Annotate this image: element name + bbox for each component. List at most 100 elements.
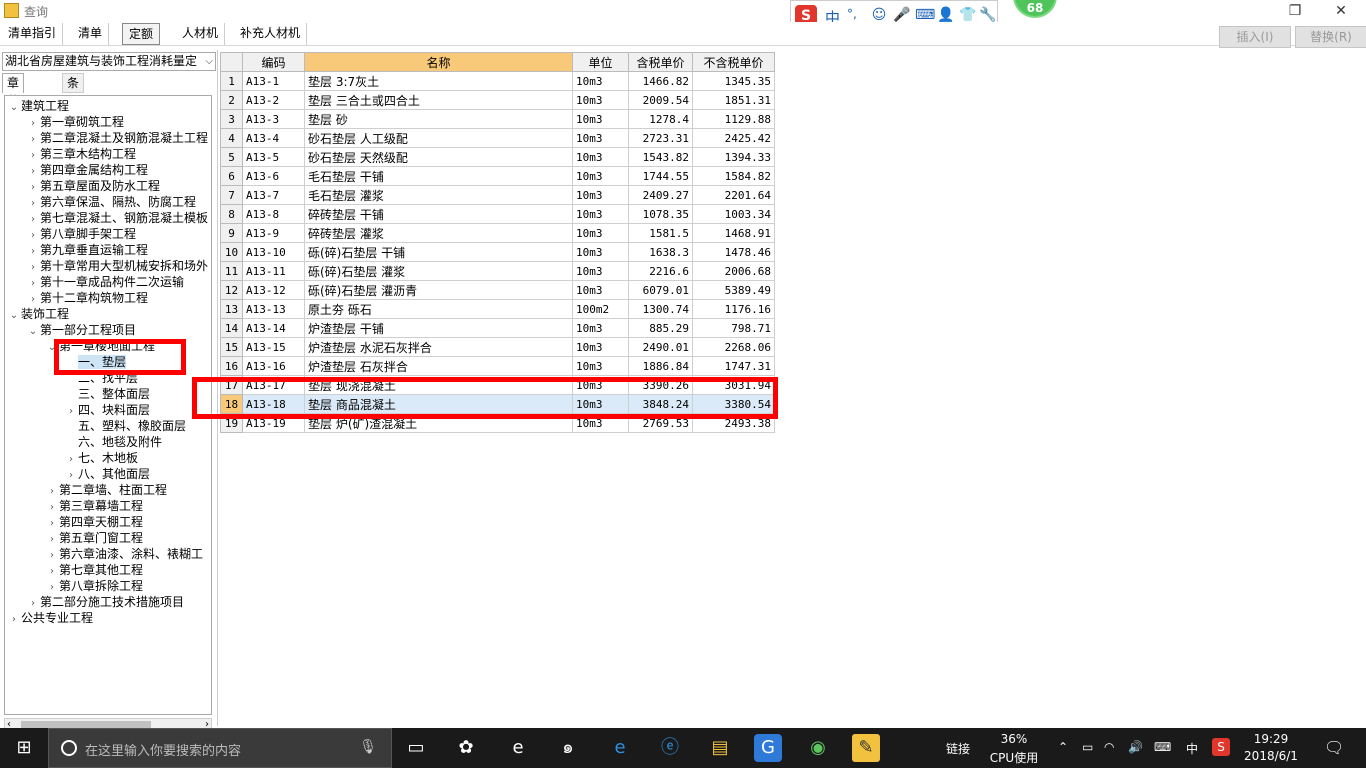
tree-node[interactable]: › 第五章门窗工程 [45, 530, 143, 546]
replace-button[interactable]: 替换(R) [1295, 26, 1366, 48]
table-row[interactable]: 9 A13-9 碎砖垫层 灌浆 10m3 1581.5 1468.91 [220, 223, 775, 243]
cell-code[interactable]: A13-6 [242, 166, 305, 186]
quota-app-icon[interactable]: ✎ [852, 734, 880, 762]
cell-name[interactable]: 砾(碎)石垫层 灌沥青 [304, 280, 573, 300]
restore-button[interactable]: ❐ [1272, 0, 1318, 22]
cell-unit[interactable]: 10m3 [572, 261, 629, 281]
tree-node[interactable]: › 第九章垂直运输工程 [26, 242, 148, 258]
cell-price-notax[interactable]: 1851.31 [692, 90, 775, 110]
cell-unit[interactable]: 100m2 [572, 299, 629, 319]
table-row[interactable]: 2 A13-2 垫层 三合土或四合土 10m3 2009.54 1851.31 [220, 90, 775, 110]
cell-code[interactable]: A13-7 [242, 185, 305, 205]
tab-condition-query[interactable]: 条件查询 [62, 73, 85, 144]
ie-icon[interactable]: ⓔ [656, 734, 684, 762]
table-row[interactable]: 11 A13-11 砾(碎)石垫层 灌浆 10m3 2216.6 2006.68 [220, 261, 775, 281]
cell-code[interactable]: A13-2 [242, 90, 305, 110]
tree-node[interactable]: › 第六章油漆、涂料、裱糊工 [45, 546, 203, 562]
table-row[interactable]: 4 A13-4 砂石垫层 人工级配 10m3 2723.31 2425.42 [220, 128, 775, 148]
tab-extra-materials[interactable]: 补充人材机 [234, 23, 308, 45]
tree-node[interactable]: ⌄ 第一部分工程项目 [26, 322, 136, 338]
cell-price-notax[interactable]: 3031.94 [692, 375, 775, 395]
close-button[interactable]: ✕ [1318, 0, 1364, 22]
link-label[interactable]: 链接 [946, 740, 970, 757]
cell-name[interactable]: 毛石垫层 灌浆 [304, 185, 573, 205]
cell-unit[interactable]: 10m3 [572, 90, 629, 110]
input-language[interactable]: 中 [1186, 740, 1198, 757]
tab-chapter-query[interactable]: 章节查询 [2, 73, 25, 144]
cell-code[interactable]: A13-14 [242, 318, 305, 338]
tree-node[interactable]: › 第二章混凝土及钢筋混凝土工程 [26, 130, 208, 146]
tree-node[interactable]: › 第四章天棚工程 [45, 514, 143, 530]
cell-name[interactable]: 毛石垫层 干铺 [304, 166, 573, 186]
quota-library-select[interactable]: 湖北省房屋建筑与装饰工程消耗量定 ⌵ [2, 52, 216, 71]
cell-code[interactable]: A13-8 [242, 204, 305, 224]
cell-price-notax[interactable]: 5389.49 [692, 280, 775, 300]
notification-icon[interactable]: 🗨 [1324, 738, 1344, 757]
microphone-icon[interactable]: 🎤 [893, 7, 910, 23]
cell-unit[interactable]: 10m3 [572, 185, 629, 205]
edge-browser-icon[interactable]: e [606, 734, 634, 762]
table-row[interactable]: 1 A13-1 垫层 3:7灰土 10m3 1466.82 1345.35 [220, 71, 775, 91]
cell-price-notax[interactable]: 1394.33 [692, 147, 775, 167]
tree-node[interactable]: › 第七章混凝土、钢筋混凝土模板 [26, 210, 208, 226]
tree-node[interactable]: › 第十章常用大型机械安拆和场外 [26, 258, 208, 274]
cell-name[interactable]: 炉渣垫层 干铺 [304, 318, 573, 338]
taskbar-search[interactable]: 在这里输入你要搜索的内容 🎙 [48, 728, 392, 768]
cell-code[interactable]: A13-11 [242, 261, 305, 281]
clock-time[interactable]: 19:29 [1246, 732, 1296, 746]
table-row[interactable]: 10 A13-10 砾(碎)石垫层 干铺 10m3 1638.3 1478.46 [220, 242, 775, 262]
expand-down-icon[interactable]: ⌄ [7, 100, 21, 116]
table-row[interactable]: 6 A13-6 毛石垫层 干铺 10m3 1744.55 1584.82 [220, 166, 775, 186]
tree-node[interactable]: ⌄ 建筑工程 [7, 98, 69, 114]
user-icon[interactable]: 👤 [937, 7, 954, 23]
cell-unit[interactable]: 10m3 [572, 356, 629, 376]
cell-unit[interactable]: 10m3 [572, 280, 629, 300]
cell-name[interactable]: 砂石垫层 人工级配 [304, 128, 573, 148]
cell-unit[interactable]: 10m3 [572, 375, 629, 395]
table-row[interactable]: 19 A13-19 垫层 炉(矿)渣混凝土 10m3 2769.53 2493.38 [220, 413, 775, 433]
table-row[interactable]: 18 A13-18 垫层 商品混凝土 10m3 3848.24 3380.54 [220, 394, 775, 414]
cell-price-notax[interactable]: 1345.35 [692, 71, 775, 91]
expand-down-icon[interactable]: ⌄ [45, 340, 59, 356]
cell-price-notax[interactable]: 2006.68 [692, 261, 775, 281]
cell-price-notax[interactable]: 2493.38 [692, 413, 775, 433]
battery-icon[interactable]: ▭ [1082, 740, 1093, 754]
header-price-tax[interactable]: 含税单价 [628, 52, 693, 72]
cell-price-tax[interactable]: 1886.84 [628, 356, 693, 376]
tree-node[interactable]: › 第二部分施工技术措施项目 [26, 594, 184, 610]
cell-name[interactable]: 垫层 商品混凝土 [304, 394, 573, 414]
cell-code[interactable]: A13-17 [242, 375, 305, 395]
tree-node[interactable]: › 第三章幕墙工程 [45, 498, 143, 514]
cell-code[interactable]: A13-10 [242, 242, 305, 262]
cell-code[interactable]: A13-1 [242, 71, 305, 91]
cell-name[interactable]: 垫层 三合土或四合土 [304, 90, 573, 110]
table-row[interactable]: 8 A13-8 碎砖垫层 干铺 10m3 1078.35 1003.34 [220, 204, 775, 224]
cell-name[interactable]: 垫层 3:7灰土 [304, 71, 573, 91]
cell-price-tax[interactable]: 2490.01 [628, 337, 693, 357]
cell-code[interactable]: A13-4 [242, 128, 305, 148]
tree-node[interactable]: › 第八章脚手架工程 [26, 226, 136, 242]
ie-browser-icon[interactable]: e [504, 734, 532, 762]
keyboard-icon[interactable]: ⌨ [1154, 740, 1171, 754]
tree-node[interactable]: › 第三章木结构工程 [26, 146, 136, 162]
file-explorer-icon[interactable]: ▤ [706, 734, 734, 762]
cell-name[interactable]: 垫层 炉(矿)渣混凝土 [304, 413, 573, 433]
clock-date[interactable]: 2018/6/1 [1242, 749, 1300, 763]
expand-down-icon[interactable]: ⌄ [7, 308, 21, 324]
tree-node[interactable]: 五、塑料、橡胶面层 [64, 418, 186, 434]
cell-unit[interactable]: 10m3 [572, 71, 629, 91]
keyboard-icon[interactable]: ⌨ [915, 7, 935, 23]
cell-price-tax[interactable]: 1638.3 [628, 242, 693, 262]
cell-price-notax[interactable]: 1129.88 [692, 109, 775, 129]
shirt-icon[interactable]: 👕 [959, 7, 976, 23]
sogou-tray-icon[interactable]: S [1212, 738, 1230, 756]
cell-price-tax[interactable]: 1744.55 [628, 166, 693, 186]
cell-price-tax[interactable]: 2409.27 [628, 185, 693, 205]
cell-price-notax[interactable]: 2268.06 [692, 337, 775, 357]
cell-price-notax[interactable]: 3380.54 [692, 394, 775, 414]
table-row[interactable]: 3 A13-3 垫层 砂 10m3 1278.4 1129.88 [220, 109, 775, 129]
tab-list[interactable]: 清单 [72, 23, 110, 45]
tree-node[interactable]: › 第二章墙、柱面工程 [45, 482, 167, 498]
cell-name[interactable]: 碎砖垫层 干铺 [304, 204, 573, 224]
windows-start-icon[interactable]: ⊞ [0, 728, 48, 768]
